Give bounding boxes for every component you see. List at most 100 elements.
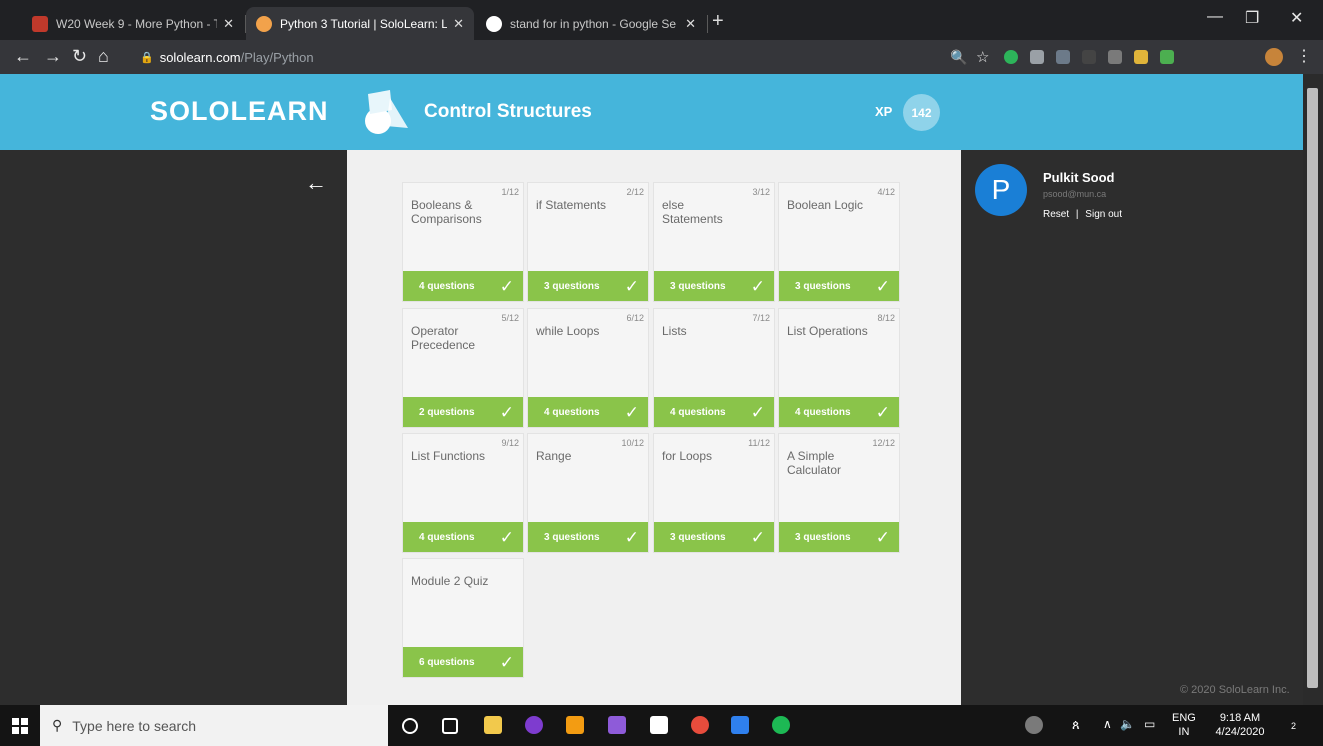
volume-icon[interactable]: 🔈 [1120, 717, 1135, 731]
lesson-name: List Functions [411, 449, 486, 463]
check-icon: ✓ [499, 653, 514, 672]
microsoft-store-icon[interactable] [650, 716, 668, 734]
zoom-icon[interactable]: 🔍 [950, 49, 967, 66]
vlc-icon[interactable] [566, 716, 584, 734]
lesson-card[interactable]: 5/12 Operator Precedence 2 questions ✓ [403, 309, 523, 427]
back-arrow-icon[interactable]: ← [14, 46, 32, 67]
url-host: sololearn.com [159, 49, 241, 65]
close-tab-icon[interactable]: ✕ [453, 16, 464, 32]
tab-title: W20 Week 9 - More Python - Th [56, 16, 218, 31]
lesson-card[interactable]: 11/12 for Loops 3 questions ✓ [654, 434, 774, 552]
search-input[interactable]: Type here to search [72, 718, 196, 734]
tab-title: stand for in python - Google Se [510, 16, 677, 31]
notification-count: 2 [1291, 721, 1297, 731]
lesson-card[interactable]: 4/12 Boolean Logic 3 questions ✓ [779, 183, 899, 301]
new-tab-button[interactable]: + [712, 10, 724, 33]
region: IN [1178, 726, 1190, 738]
lesson-name: Operator Precedence [411, 324, 476, 352]
home-icon[interactable]: ⌂ [98, 46, 109, 67]
check-extension-icon[interactable] [1160, 50, 1174, 64]
forward-arrow-icon[interactable]: → [44, 46, 62, 67]
sololearn-logo[interactable]: SOLOLEARN [150, 96, 329, 127]
extension-icon[interactable] [1082, 50, 1096, 64]
lesson-card[interactable]: 2/12 if Statements 3 questions ✓ [528, 183, 648, 301]
close-tab-icon[interactable]: ✕ [685, 16, 696, 32]
check-icon: ✓ [624, 277, 639, 296]
chrome-icon[interactable] [691, 716, 709, 734]
lesson-card[interactable]: 6/12 while Loops 4 questions ✓ [528, 309, 648, 427]
podcast-app-icon[interactable] [525, 716, 543, 734]
spotify-icon[interactable] [772, 716, 790, 734]
app-icon[interactable] [608, 716, 626, 734]
question-count: 4 questions [419, 531, 475, 543]
back-arrow-icon[interactable]: ← [305, 170, 327, 196]
left-panel: ← [0, 150, 347, 705]
minimize-icon[interactable]: — [1207, 8, 1223, 26]
lesson-number: 12/12 [872, 438, 895, 448]
address-bar[interactable]: 🔒 sololearn.com /Play/Python [140, 45, 940, 69]
lesson-card[interactable]: 10/12 Range 3 questions ✓ [528, 434, 648, 552]
question-count: 4 questions [544, 406, 600, 418]
tab-google-search[interactable]: stand for in python - Google Se ✕ [476, 7, 706, 40]
tab-sololearn[interactable]: Python 3 Tutorial | SoloLearn: Le ✕ [246, 7, 474, 40]
restore-icon[interactable]: ❐ [1245, 8, 1259, 28]
questions-bar: 3 questions ✓ [654, 271, 774, 301]
questions-bar: 3 questions ✓ [528, 522, 648, 552]
lesson-number: 11/12 [748, 438, 770, 448]
user-tray-icon[interactable] [1025, 716, 1043, 734]
network-icon[interactable]: ▭ [1144, 717, 1155, 731]
extension-icon[interactable] [1134, 50, 1148, 64]
lesson-name: else Statements [662, 198, 723, 226]
tab-w20-week9[interactable]: W20 Week 9 - More Python - Th ✕ [22, 7, 244, 40]
questions-bar: 4 questions ✓ [528, 397, 648, 427]
lesson-card[interactable]: 9/12 List Functions 4 questions ✓ [403, 434, 523, 552]
lesson-card[interactable]: 12/12 A Simple Calculator 3 questions ✓ [779, 434, 899, 552]
lesson-card[interactable]: 7/12 Lists 4 questions ✓ [654, 309, 774, 427]
lesson-number: 1/12 [501, 187, 519, 197]
lesson-name: for Loops [662, 449, 713, 463]
file-explorer-icon[interactable] [484, 716, 502, 734]
check-icon: ✓ [499, 403, 514, 422]
quiz-card[interactable]: Module 2 Quiz 6 questions ✓ [403, 559, 523, 677]
app-header: SOLOLEARN Control Structures XP 142 [0, 74, 1303, 150]
taskbar-search-box[interactable]: ⚲ Type here to search [40, 705, 388, 746]
cortana-icon[interactable] [402, 718, 418, 734]
questions-bar: 3 questions ✓ [779, 522, 899, 552]
question-count: 3 questions [670, 531, 726, 543]
lesson-number: 8/12 [877, 313, 895, 323]
lesson-card[interactable]: 1/12 Booleans & Comparisons 4 questions ✓ [403, 183, 523, 301]
close-window-icon[interactable]: ✕ [1290, 8, 1303, 28]
bookmark-star-icon[interactable]: ☆ [976, 48, 989, 66]
lesson-name: A Simple Calculator [787, 449, 842, 477]
page-scrollbar[interactable] [1303, 74, 1323, 705]
people-icon[interactable]: ጰ [1072, 717, 1080, 733]
clock[interactable]: 9:18 AM 4/24/2020 [1210, 711, 1270, 739]
user-actions: Reset | Sign out [1043, 209, 1122, 220]
sign-out-link[interactable]: Sign out [1085, 209, 1122, 220]
profile-avatar-icon[interactable] [1265, 48, 1283, 66]
lesson-card[interactable]: 3/12 else Statements 3 questions ✓ [654, 183, 774, 301]
check-icon: ✓ [875, 277, 890, 296]
check-icon: ✓ [624, 403, 639, 422]
language: ENG [1172, 712, 1196, 724]
reset-link[interactable]: Reset [1043, 209, 1069, 220]
scrollbar-thumb[interactable] [1307, 88, 1318, 688]
reader-extension-icon[interactable] [1108, 50, 1122, 64]
menu-kebab-icon[interactable]: ⋮ [1296, 46, 1312, 66]
close-tab-icon[interactable]: ✕ [223, 16, 234, 32]
language-indicator[interactable]: ENG IN [1172, 711, 1196, 739]
grammarly-extension-icon[interactable] [1004, 50, 1018, 64]
windows-start-icon[interactable] [12, 718, 28, 734]
user-name[interactable]: Pulkit Sood [1043, 170, 1115, 185]
lesson-number: 4/12 [877, 187, 895, 197]
lesson-card[interactable]: 8/12 List Operations 4 questions ✓ [779, 309, 899, 427]
notes-app-icon[interactable] [731, 716, 749, 734]
notification-center-icon[interactable]: 2 [1283, 715, 1303, 735]
extension-icon[interactable] [1056, 50, 1070, 64]
reload-icon[interactable]: ↻ [72, 46, 87, 67]
image-extension-icon[interactable] [1030, 50, 1044, 64]
avatar[interactable]: P [975, 164, 1027, 216]
question-count: 4 questions [419, 280, 475, 292]
task-view-icon[interactable] [442, 718, 458, 734]
chevron-up-icon[interactable]: ∧ [1103, 717, 1112, 731]
